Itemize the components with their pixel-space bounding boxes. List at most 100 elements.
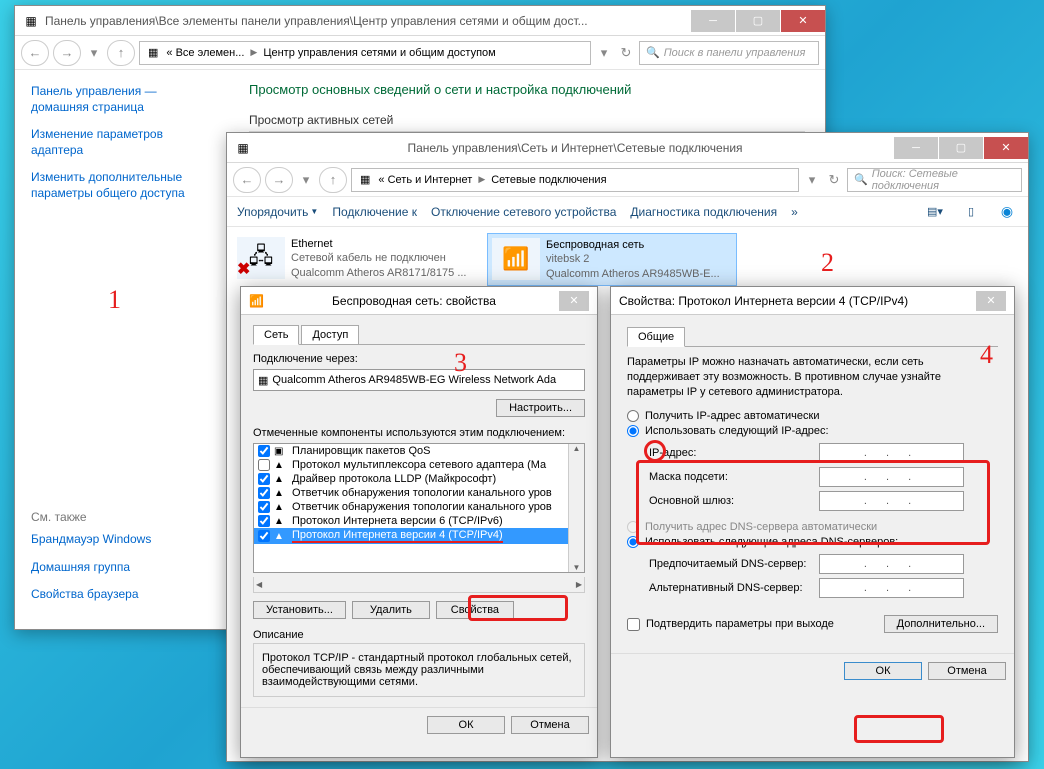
list-item[interactable]: ▲Драйвер протокола LLDP (Майкрософт) <box>254 472 584 486</box>
minimize-button[interactable]: ─ <box>691 10 735 32</box>
alternate-dns-input[interactable]: . . . <box>819 578 964 598</box>
connection-wifi[interactable]: 📶 Беспроводная сеть vitebsk 2 Qualcomm A… <box>487 233 737 286</box>
checkbox[interactable] <box>627 618 640 631</box>
connection-ethernet[interactable]: 🖧✖ Ethernet Сетевой кабель не подключен … <box>233 233 483 286</box>
checkbox[interactable] <box>258 473 270 485</box>
sidebar-adapter-settings[interactable]: Изменение параметров адаптера <box>31 127 213 158</box>
see-also-header: См. также <box>31 510 221 524</box>
gateway-input[interactable]: . . . <box>819 491 964 511</box>
list-item[interactable]: ▣Планировщик пакетов QoS <box>254 444 584 458</box>
maximize-button[interactable]: ▢ <box>939 137 983 159</box>
sidebar-browser-props-link[interactable]: Свойства браузера <box>31 587 221 603</box>
connection-ssid: vitebsk 2 <box>546 252 720 266</box>
dialog-titlebar[interactable]: Свойства: Протокол Интернета версии 4 (T… <box>611 287 1014 315</box>
connections-list: 🖧✖ Ethernet Сетевой кабель не подключен … <box>227 227 1028 292</box>
titlebar[interactable]: ▦ Панель управления\Все элементы панели … <box>15 6 825 36</box>
radio-input[interactable] <box>627 536 639 548</box>
install-button[interactable]: Установить... <box>253 601 346 619</box>
active-networks-label: Просмотр активных сетей <box>249 113 805 132</box>
help-button[interactable]: ◉ <box>996 202 1018 222</box>
list-item[interactable]: ▲Протокол мультиплексора сетевого адапте… <box>254 458 584 472</box>
view-options-button[interactable]: ▤▾ <box>924 202 946 222</box>
list-item[interactable]: ▲Ответчик обнаружения топологии канально… <box>254 486 584 500</box>
checkbox[interactable] <box>258 515 270 527</box>
checkbox[interactable] <box>258 459 270 471</box>
back-button[interactable]: ← <box>233 167 261 193</box>
address-bar[interactable]: ▦ « Сеть и Интернет ▶ Сетевые подключени… <box>351 168 799 192</box>
advanced-button[interactable]: Дополнительно... <box>884 615 998 633</box>
configure-button[interactable]: Настроить... <box>496 399 585 417</box>
validate-checkbox-row[interactable]: Подтвердить параметры при выходе <box>627 618 834 631</box>
up-button[interactable]: ↑ <box>107 40 135 66</box>
ok-button[interactable]: ОК <box>427 716 505 734</box>
up-button[interactable]: ↑ <box>319 167 347 193</box>
search-input[interactable]: Поиск: Сетевые подключения <box>847 168 1022 192</box>
ip-address-input[interactable]: . . . <box>819 443 964 463</box>
tab-general[interactable]: Общие <box>627 327 685 347</box>
components-label: Отмеченные компоненты используются этим … <box>253 427 585 439</box>
tab-sharing[interactable]: Доступ <box>301 325 359 345</box>
close-button[interactable]: ✕ <box>976 291 1006 311</box>
radio-input[interactable] <box>627 425 639 437</box>
back-button[interactable]: ← <box>21 40 49 66</box>
titlebar[interactable]: ▦ Панель управления\Сеть и Интернет\Сете… <box>227 133 1028 163</box>
ok-button[interactable]: ОК <box>844 662 922 680</box>
organize-menu[interactable]: Упорядочить ▼ <box>237 205 318 219</box>
sidebar-home-link[interactable]: Панель управления — домашняя страница <box>31 84 213 115</box>
uninstall-button[interactable]: Удалить <box>352 601 430 619</box>
checkbox[interactable] <box>258 501 270 513</box>
address-bar[interactable]: ▦ « Все элемен... ▶ Центр управления сет… <box>139 41 591 65</box>
preview-pane-button[interactable]: ▯ <box>960 202 982 222</box>
radio-auto-ip[interactable]: Получить IP-адрес автоматически <box>627 410 998 422</box>
checkbox[interactable] <box>258 487 270 499</box>
refresh-button[interactable]: ↻ <box>617 40 635 66</box>
close-button[interactable]: ✕ <box>984 137 1028 159</box>
nav-bar: ← → ▾ ↑ ▦ « Все элемен... ▶ Центр управл… <box>15 36 825 70</box>
radio-manual-ip[interactable]: Использовать следующий IP-адрес: <box>627 425 998 437</box>
control-panel-icon: ▦ <box>23 13 39 29</box>
vertical-scrollbar[interactable]: ▲▼ <box>568 444 584 572</box>
close-button[interactable]: ✕ <box>559 291 589 311</box>
cancel-button[interactable]: Отмена <box>928 662 1006 680</box>
description-box: Протокол TCP/IP - стандартный протокол г… <box>253 643 585 697</box>
sidebar-homegroup-link[interactable]: Домашняя группа <box>31 560 221 576</box>
history-dropdown[interactable]: ▾ <box>297 167 315 193</box>
crumb-connections[interactable]: Сетевые подключения <box>487 174 610 186</box>
history-dropdown[interactable]: ▾ <box>85 40 103 66</box>
disable-device-button[interactable]: Отключение сетевого устройства <box>431 205 616 219</box>
checkbox[interactable] <box>258 530 270 542</box>
search-input[interactable]: Поиск в панели управления <box>639 41 819 65</box>
sidebar-sharing-settings[interactable]: Изменить дополнительные параметры общего… <box>31 170 213 201</box>
addr-dropdown[interactable]: ▾ <box>803 167 821 193</box>
more-chevron-icon[interactable]: » <box>791 205 798 219</box>
preferred-dns-input[interactable]: . . . <box>819 554 964 574</box>
radio-input[interactable] <box>627 410 639 422</box>
cancel-button[interactable]: Отмена <box>511 716 589 734</box>
wifi-small-icon: 📶 <box>249 294 263 308</box>
list-item[interactable]: ▲Ответчик обнаружения топологии канально… <box>254 500 584 514</box>
tab-network[interactable]: Сеть <box>253 325 299 345</box>
sidebar-firewall-link[interactable]: Брандмауэр Windows <box>31 532 221 548</box>
horizontal-scrollbar[interactable]: ◀▶ <box>253 577 585 593</box>
close-button[interactable]: ✕ <box>781 10 825 32</box>
subnet-mask-input[interactable]: . . . <box>819 467 964 487</box>
checkbox[interactable] <box>258 445 270 457</box>
refresh-button[interactable]: ↻ <box>825 167 843 193</box>
addr-dropdown[interactable]: ▾ <box>595 40 613 66</box>
properties-button[interactable]: Свойства <box>436 601 514 619</box>
connect-to-menu[interactable]: Подключение к <box>332 205 417 219</box>
crumb-network-center[interactable]: Центр управления сетями и общим доступом <box>259 47 499 59</box>
components-listbox[interactable]: ▣Планировщик пакетов QoS ▲Протокол мульт… <box>253 443 585 573</box>
list-item-tcpipv4[interactable]: ▲Протокол Интернета версии 4 (TCP/IPv4) <box>254 528 584 544</box>
forward-button[interactable]: → <box>53 40 81 66</box>
list-item[interactable]: ▲Протокол Интернета версии 6 (TCP/IPv6) <box>254 514 584 528</box>
annotation-number-3: 3 <box>454 348 467 378</box>
radio-manual-dns[interactable]: Использовать следующие адреса DNS-сервер… <box>627 536 998 548</box>
dialog-titlebar[interactable]: 📶 Беспроводная сеть: свойства ✕ <box>241 287 597 315</box>
forward-button[interactable]: → <box>265 167 293 193</box>
diagnose-button[interactable]: Диагностика подключения <box>630 205 777 219</box>
crumb-net-internet[interactable]: « Сеть и Интернет <box>374 174 476 186</box>
crumb-all-items[interactable]: « Все элемен... <box>162 47 248 59</box>
maximize-button[interactable]: ▢ <box>736 10 780 32</box>
minimize-button[interactable]: ─ <box>894 137 938 159</box>
